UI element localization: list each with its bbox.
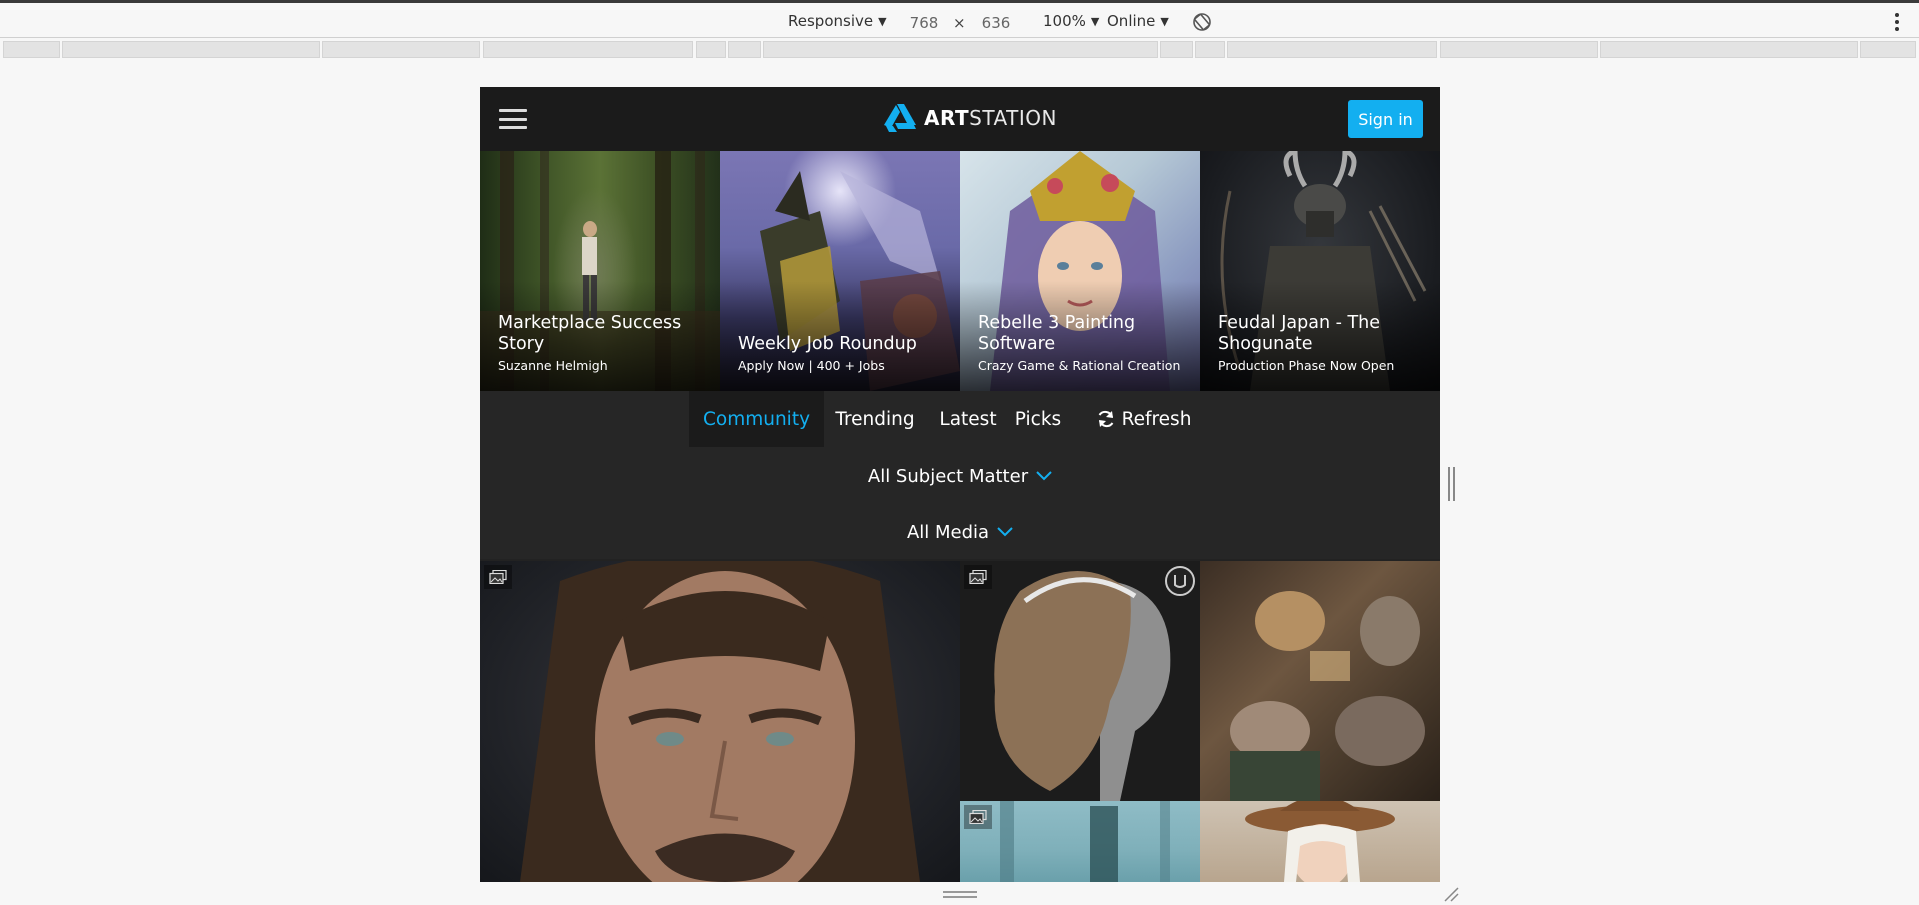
subject-matter-filter[interactable]: All Subject Matter bbox=[480, 459, 1440, 493]
sign-in-button[interactable]: Sign in bbox=[1348, 100, 1423, 138]
hero-subtitle: Suzanne Helmigh bbox=[498, 358, 608, 373]
gallery-icon bbox=[964, 805, 992, 829]
media-query-segment[interactable] bbox=[1160, 41, 1193, 58]
tab-picks[interactable]: Picks bbox=[1008, 391, 1068, 447]
hero-subtitle: Production Phase Now Open bbox=[1218, 358, 1395, 373]
tab-latest[interactable]: Latest bbox=[933, 391, 1003, 447]
viewport-height-input[interactable] bbox=[967, 12, 1025, 33]
emulated-viewport: ARTSTATION Sign in Marketplace Success S… bbox=[480, 87, 1440, 882]
media-query-bar bbox=[0, 39, 1919, 59]
caret-down-icon: ▼ bbox=[1090, 14, 1100, 28]
artwork-thumbnail[interactable] bbox=[960, 561, 1200, 801]
device-select[interactable]: Responsive ▼ bbox=[788, 12, 887, 30]
media-query-segment[interactable] bbox=[62, 41, 320, 58]
media-query-segment[interactable] bbox=[763, 41, 1158, 58]
unreal-engine-icon bbox=[1165, 566, 1195, 596]
site-header: ARTSTATION Sign in bbox=[480, 87, 1440, 151]
artwork-thumbnail[interactable] bbox=[480, 561, 960, 882]
rotate-icon[interactable] bbox=[1190, 10, 1214, 34]
hair-study-artwork-image bbox=[994, 571, 1171, 801]
hero-title: Weekly Job Roundup bbox=[738, 334, 917, 354]
network-select-label: Online bbox=[1107, 12, 1156, 30]
tavern-brawl-artwork-image bbox=[1230, 591, 1425, 801]
viewport-resize-corner-icon[interactable] bbox=[1443, 886, 1459, 902]
filters-panel: All Subject Matter All Media bbox=[480, 447, 1440, 559]
feed-tabs: Community Trending Latest Picks Refresh bbox=[480, 391, 1440, 447]
device-select-label: Responsive bbox=[788, 12, 874, 30]
network-throttle-select[interactable]: Online ▼ bbox=[1107, 12, 1169, 30]
media-query-segment[interactable] bbox=[1860, 41, 1916, 58]
more-options-icon[interactable] bbox=[1890, 11, 1904, 33]
media-query-segment[interactable] bbox=[1600, 41, 1858, 58]
featured-banner: Marketplace Success Story Suzanne Helmig… bbox=[480, 151, 1440, 391]
artstation-logo[interactable]: ARTSTATION bbox=[884, 102, 1057, 134]
hero-tile-rebelle[interactable]: Rebelle 3 Painting Software Crazy Game &… bbox=[960, 151, 1200, 391]
dimension-separator: × bbox=[953, 14, 966, 32]
gallery-icon bbox=[964, 565, 992, 589]
hero-title: Marketplace Success Story bbox=[498, 313, 682, 354]
media-query-segment[interactable] bbox=[3, 41, 60, 58]
refresh-button[interactable]: Refresh bbox=[1076, 391, 1211, 447]
cowgirl-artwork-image bbox=[1245, 801, 1395, 882]
artwork-grid bbox=[480, 561, 1440, 882]
hero-title: Feudal Japan - The Shogunate bbox=[1218, 313, 1381, 354]
gallery-icon bbox=[484, 565, 512, 589]
media-query-segment[interactable] bbox=[728, 41, 761, 58]
logo-wordmark: ARTSTATION bbox=[924, 106, 1057, 130]
artwork-thumbnail[interactable] bbox=[1200, 561, 1440, 801]
subject-matter-label: All Subject Matter bbox=[867, 465, 1029, 487]
hero-subtitle: Crazy Game & Rational Creation bbox=[978, 358, 1181, 373]
hero-title: Rebelle 3 Painting Software bbox=[978, 313, 1136, 354]
refresh-label: Refresh bbox=[1121, 408, 1192, 430]
menu-icon[interactable] bbox=[499, 109, 527, 129]
misty-ruins-artwork-image bbox=[1000, 801, 1170, 882]
artstation-logo-icon bbox=[884, 104, 916, 132]
media-filter-label: All Media bbox=[906, 521, 990, 543]
hero-tile-marketplace[interactable]: Marketplace Success Story Suzanne Helmig… bbox=[480, 151, 720, 391]
media-query-segment[interactable] bbox=[322, 41, 480, 58]
viewport-resize-handle-bottom[interactable] bbox=[943, 891, 977, 898]
viewport-resize-handle-right[interactable] bbox=[1448, 467, 1455, 501]
hero-subtitle: Apply Now | 400 + Jobs bbox=[738, 358, 885, 373]
hero-tile-jobs[interactable]: Weekly Job Roundup Apply Now | 400 + Job… bbox=[720, 151, 960, 391]
media-query-segment[interactable] bbox=[1440, 41, 1598, 58]
portrait-artwork-image bbox=[520, 561, 920, 882]
caret-down-icon: ▼ bbox=[1160, 14, 1169, 28]
viewport-width-input[interactable] bbox=[895, 12, 953, 33]
zoom-select[interactable]: 100% ▼ bbox=[1043, 12, 1099, 30]
media-filter[interactable]: All Media bbox=[480, 515, 1440, 549]
tab-trending[interactable]: Trending bbox=[825, 391, 925, 447]
media-query-segment[interactable] bbox=[696, 41, 726, 58]
tab-community[interactable]: Community bbox=[689, 391, 824, 447]
refresh-icon bbox=[1098, 411, 1113, 427]
zoom-select-label: 100% bbox=[1043, 12, 1086, 30]
caret-down-icon: ▼ bbox=[878, 14, 887, 28]
chevron-down-icon bbox=[1036, 471, 1052, 481]
media-query-segment[interactable] bbox=[1195, 41, 1225, 58]
chevron-down-icon bbox=[997, 527, 1013, 537]
media-query-segment[interactable] bbox=[1227, 41, 1437, 58]
hero-tile-feudal-japan[interactable]: Feudal Japan - The Shogunate Production … bbox=[1200, 151, 1440, 391]
devtools-device-toolbar: Responsive ▼ × 100% ▼ Online ▼ bbox=[0, 0, 1919, 38]
media-query-segment[interactable] bbox=[483, 41, 693, 58]
artwork-thumbnail[interactable] bbox=[960, 801, 1200, 882]
artwork-thumbnail[interactable] bbox=[1200, 801, 1440, 882]
